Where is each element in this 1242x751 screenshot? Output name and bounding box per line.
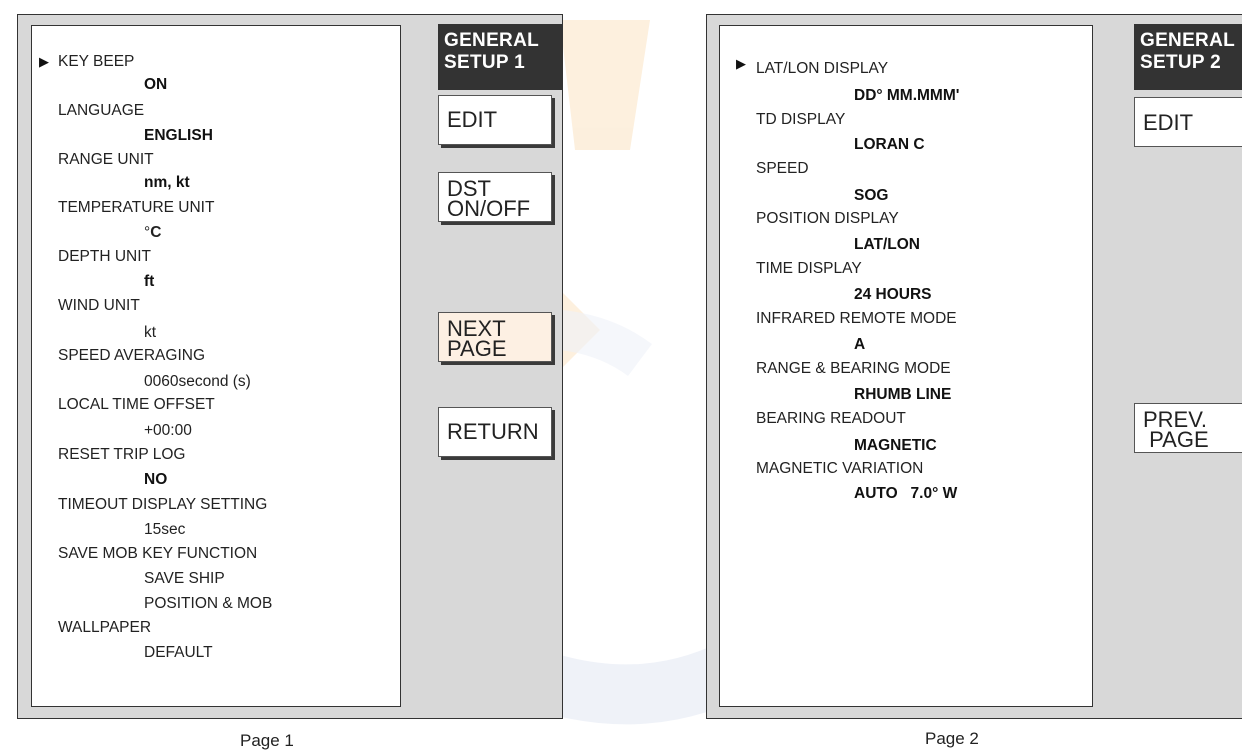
page-1-caption: Page 1 xyxy=(240,731,294,750)
page-title: GENERAL SETUP 2 xyxy=(1134,24,1242,90)
menu-value-speed-averaging: 0060second (s) xyxy=(144,373,251,390)
menu-item-local-time-offset[interactable]: LOCAL TIME OFFSET xyxy=(58,396,215,414)
general-setup-2-screen: ▶ LAT/LON DISPLAY DD° MM.MMM' TD DISPLAY… xyxy=(706,14,1242,719)
menu-item-save-mob-key-function[interactable]: SAVE MOB KEY FUNCTION xyxy=(58,545,257,563)
general-setup-2-menu: ▶ LAT/LON DISPLAY DD° MM.MMM' TD DISPLAY… xyxy=(719,25,1093,707)
menu-value-td-display: LORAN C xyxy=(854,136,925,153)
menu-item-position-display[interactable]: POSITION DISPLAY xyxy=(756,210,899,228)
menu-value-save-mob-key-function-line2: POSITION & MOB xyxy=(144,595,273,612)
menu-value-time-display: 24 HOURS xyxy=(854,286,932,303)
menu-item-magnetic-variation[interactable]: MAGNETIC VARIATION xyxy=(756,460,923,478)
general-setup-1-menu: ▶ KEY BEEP ON LANGUAGE ENGLISH RANGE UNI… xyxy=(31,25,401,707)
menu-item-bearing-readout[interactable]: BEARING READOUT xyxy=(756,410,906,428)
menu-item-speed[interactable]: SPEED xyxy=(756,160,809,178)
page-title: GENERAL SETUP 1 xyxy=(438,24,562,90)
prev-page-button[interactable]: PREV. PAGE xyxy=(1134,403,1242,453)
edit-button[interactable]: EDIT xyxy=(1134,97,1242,147)
dst-button-label-line2: ON/OFF xyxy=(447,196,531,221)
menu-value-wind-unit: kt xyxy=(144,324,157,341)
menu-value-infrared-remote-mode: A xyxy=(854,336,866,353)
menu-value-bearing-readout: MAGNETIC xyxy=(854,437,937,454)
menu-item-lat-lon-display[interactable]: LAT/LON DISPLAY xyxy=(756,60,888,78)
menu-item-depth-unit[interactable]: DEPTH UNIT xyxy=(58,248,151,266)
menu-value-speed: SOG xyxy=(854,187,889,204)
menu-item-range-bearing-mode[interactable]: RANGE & BEARING MODE xyxy=(756,360,951,378)
menu-item-timeout-display-setting[interactable]: TIMEOUT DISPLAY SETTING xyxy=(58,496,267,514)
edit-button[interactable]: EDIT xyxy=(438,95,552,145)
menu-value-reset-trip-log: NO xyxy=(144,471,168,488)
menu-value-depth-unit: ft xyxy=(144,273,155,290)
menu-value-position-display: LAT/LON xyxy=(854,236,921,253)
menu-value-wallpaper: DEFAULT xyxy=(144,644,213,661)
menu-item-wallpaper[interactable]: WALLPAPER xyxy=(58,619,151,637)
prev-page-button-label-line2: PAGE xyxy=(1143,427,1209,452)
menu-value-range-unit: nm, kt xyxy=(144,174,190,191)
general-setup-1-screen: ▶ KEY BEEP ON LANGUAGE ENGLISH RANGE UNI… xyxy=(17,14,563,719)
menu-value-lat-lon-display: DD° MM.MMM' xyxy=(854,87,960,104)
menu-value-save-mob-key-function: SAVE SHIP xyxy=(144,570,225,587)
menu-value-local-time-offset: +00:00 xyxy=(144,422,192,439)
menu-item-speed-averaging[interactable]: SPEED AVERAGING xyxy=(58,347,205,365)
menu-item-language[interactable]: LANGUAGE xyxy=(58,102,144,120)
edit-button-label: EDIT xyxy=(447,107,498,132)
menu-value-language: ENGLISH xyxy=(144,127,213,144)
menu-cursor-icon: ▶ xyxy=(39,54,49,69)
menu-value-temperature-unit: °C xyxy=(144,224,161,242)
return-button-label: RETURN xyxy=(447,419,539,444)
menu-value-magnetic-variation: AUTO 7.0° W xyxy=(854,485,958,502)
menu-item-reset-trip-log[interactable]: RESET TRIP LOG xyxy=(58,446,186,464)
page-title-line1: GENERAL xyxy=(1140,30,1235,51)
next-page-button-label-line2: PAGE xyxy=(447,336,507,361)
menu-item-temperature-unit[interactable]: TEMPERATURE UNIT xyxy=(58,199,214,217)
menu-value-key-beep: ON xyxy=(144,76,168,93)
edit-button-label: EDIT xyxy=(1143,110,1194,135)
next-page-button[interactable]: NEXT PAGE xyxy=(438,312,552,362)
page-title-line2: SETUP 1 xyxy=(444,52,525,73)
page-title-line1: GENERAL xyxy=(444,30,539,51)
page-2-caption: Page 2 xyxy=(925,729,979,748)
temperature-unit-letter: C xyxy=(150,224,162,241)
menu-item-time-display[interactable]: TIME DISPLAY xyxy=(756,260,862,278)
menu-item-td-display[interactable]: TD DISPLAY xyxy=(756,111,845,129)
return-button[interactable]: RETURN xyxy=(438,407,552,457)
page-title-line2: SETUP 2 xyxy=(1140,52,1221,73)
menu-item-key-beep[interactable]: KEY BEEP xyxy=(58,53,134,71)
menu-item-range-unit[interactable]: RANGE UNIT xyxy=(58,151,154,169)
menu-item-wind-unit[interactable]: WIND UNIT xyxy=(58,297,140,315)
dst-on-off-button[interactable]: DST ON/OFF xyxy=(438,172,552,222)
menu-item-infrared-remote-mode[interactable]: INFRARED REMOTE MODE xyxy=(756,310,957,328)
menu-value-range-bearing-mode: RHUMB LINE xyxy=(854,386,952,403)
menu-cursor-icon: ▶ xyxy=(736,56,746,71)
menu-value-timeout-display-setting: 15sec xyxy=(144,521,186,538)
